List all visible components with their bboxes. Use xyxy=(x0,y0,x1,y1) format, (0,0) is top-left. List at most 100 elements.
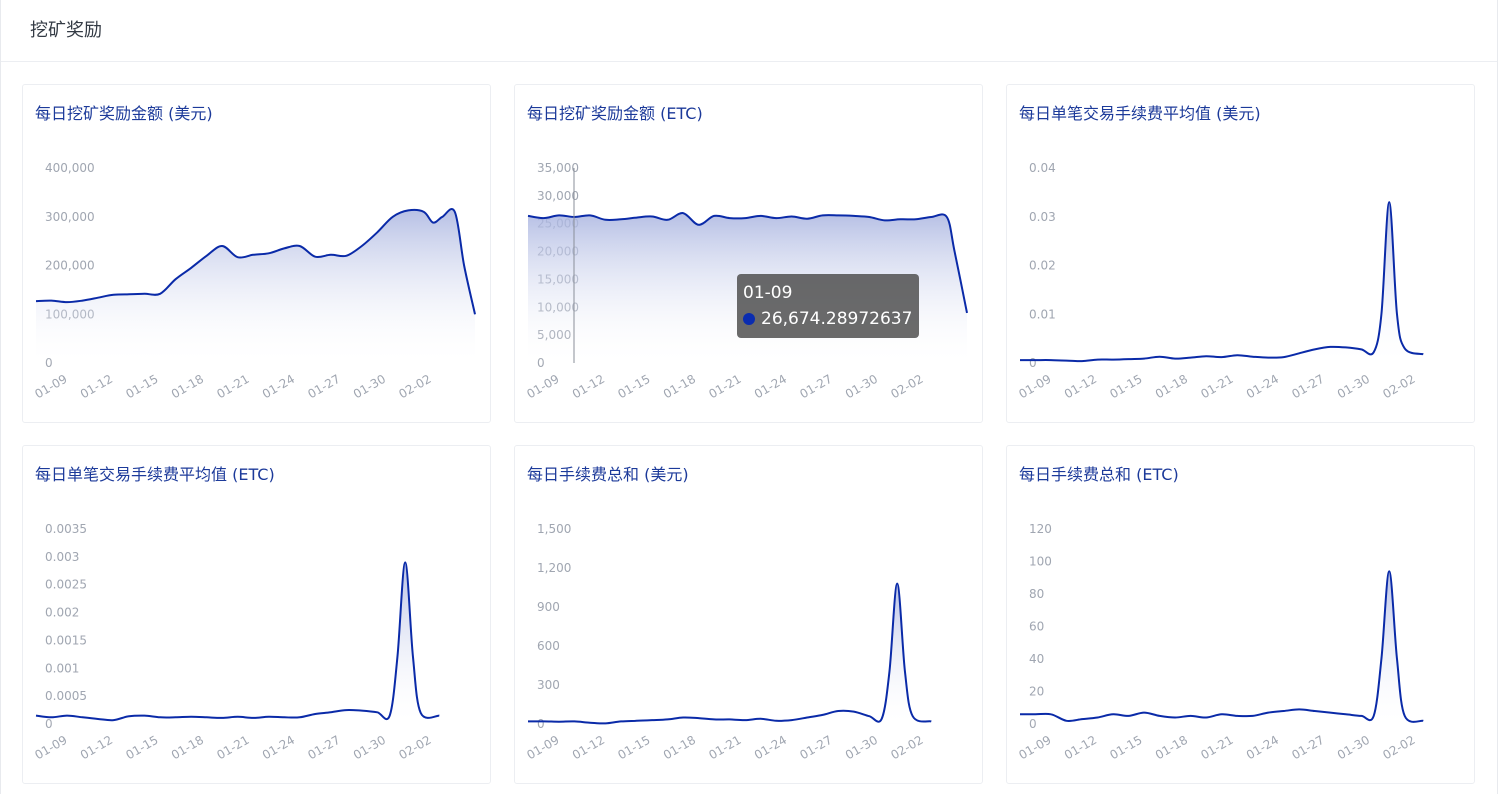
x-tick-label: 01-21 xyxy=(214,733,251,763)
x-tick-label: 01-15 xyxy=(1107,372,1144,402)
series-line xyxy=(1020,201,1424,363)
x-tick-label: 01-12 xyxy=(570,733,607,763)
x-tick-label: 01-09 xyxy=(32,733,69,763)
chart-svg[interactable]: 03006009001,2001,50001-0901-1201-1501-18… xyxy=(515,446,984,785)
y-tick-label: 30,000 xyxy=(537,189,579,203)
x-tick-label: 01-24 xyxy=(1244,733,1281,763)
y-tick-label: 1,200 xyxy=(537,561,571,575)
y-tick-label: 100 xyxy=(1029,555,1052,569)
x-tick-label: 02-02 xyxy=(1380,733,1417,763)
series-area xyxy=(528,583,932,724)
y-tick-label: 0.003 xyxy=(45,550,79,564)
x-tick-label: 01-15 xyxy=(615,372,652,402)
y-tick-label: 0.01 xyxy=(1029,307,1056,321)
x-tick-label: 01-30 xyxy=(843,733,880,763)
series-area xyxy=(36,208,475,363)
y-tick-label: 0.0015 xyxy=(45,633,87,647)
x-tick-label: 01-15 xyxy=(123,733,160,763)
x-tick-label: 01-09 xyxy=(524,372,561,402)
x-tick-label: 01-30 xyxy=(1335,733,1372,763)
series-line xyxy=(528,582,932,725)
chart-tooltip: 01-09 26,674.28972637 xyxy=(737,274,920,338)
x-tick-label: 01-12 xyxy=(78,733,115,763)
x-tick-label: 02-02 xyxy=(396,733,433,763)
x-tick-label: 01-18 xyxy=(1153,372,1190,402)
chart-card-total-fee-usd: 每日手续费总和 (美元) 03006009001,2001,50001-0901… xyxy=(514,445,983,784)
y-tick-label: 0.0035 xyxy=(45,522,87,536)
x-tick-label: 01-24 xyxy=(1244,372,1281,402)
page-title: 挖矿奖励 xyxy=(30,20,102,41)
x-tick-label: 01-18 xyxy=(169,372,206,402)
x-tick-label: 01-21 xyxy=(706,372,743,402)
x-tick-label: 01-12 xyxy=(78,372,115,402)
series-area xyxy=(1020,571,1424,724)
x-tick-label: 01-24 xyxy=(752,372,789,402)
chart-svg[interactable]: 05,00010,00015,00020,00025,00030,00035,0… xyxy=(515,85,984,424)
x-tick-label: 01-24 xyxy=(260,733,297,763)
x-tick-label: 01-24 xyxy=(752,733,789,763)
y-tick-label: 0.04 xyxy=(1029,161,1056,175)
x-tick-label: 01-18 xyxy=(1153,733,1190,763)
x-tick-label: 01-30 xyxy=(351,372,388,402)
x-tick-label: 01-27 xyxy=(305,372,342,402)
x-tick-label: 01-30 xyxy=(351,733,388,763)
y-tick-label: 1,500 xyxy=(537,522,571,536)
x-tick-label: 01-27 xyxy=(1289,372,1326,402)
y-tick-label: 40 xyxy=(1029,652,1044,666)
chart-svg[interactable]: 02040608010012001-0901-1201-1501-1801-21… xyxy=(1007,446,1476,785)
y-tick-label: 0.0025 xyxy=(45,578,87,592)
x-tick-label: 01-15 xyxy=(1107,733,1144,763)
y-tick-label: 300,000 xyxy=(45,210,95,224)
x-tick-label: 01-21 xyxy=(1198,733,1235,763)
series-line xyxy=(1019,570,1424,723)
chart-svg[interactable]: 0100,000200,000300,000400,00001-0901-120… xyxy=(23,85,492,424)
x-tick-label: 01-12 xyxy=(570,372,607,402)
series-dot-icon xyxy=(743,313,755,325)
x-tick-label: 01-12 xyxy=(1062,372,1099,402)
x-tick-label: 01-09 xyxy=(32,372,69,402)
x-tick-label: 01-09 xyxy=(1016,733,1053,763)
x-tick-label: 01-18 xyxy=(661,733,698,763)
chart-svg[interactable]: 00.00050.0010.00150.0020.00250.0030.0035… xyxy=(23,446,492,785)
x-tick-label: 01-24 xyxy=(260,372,297,402)
page: 挖矿奖励 每日挖矿奖励金额 (美元) 0100,000200,000300,00… xyxy=(0,0,1498,794)
y-tick-label: 300 xyxy=(537,678,560,692)
y-tick-label: 400,000 xyxy=(45,161,95,175)
series-area xyxy=(36,562,440,724)
x-tick-label: 01-21 xyxy=(706,733,743,763)
x-tick-label: 01-27 xyxy=(797,733,834,763)
x-tick-label: 01-30 xyxy=(1335,372,1372,402)
chart-card-total-fee-etc: 每日手续费总和 (ETC) 02040608010012001-0901-120… xyxy=(1006,445,1475,784)
chart-card-avg-fee-usd: 每日单笔交易手续费平均值 (美元) 00.010.020.030.0401-09… xyxy=(1006,84,1475,423)
y-tick-label: 0.001 xyxy=(45,661,79,675)
chart-svg[interactable]: 00.010.020.030.0401-0901-1201-1501-1801-… xyxy=(1007,85,1476,424)
chart-card-usd-reward: 每日挖矿奖励金额 (美元) 0100,000200,000300,000400,… xyxy=(22,84,491,423)
x-tick-label: 01-30 xyxy=(843,372,880,402)
x-tick-label: 01-15 xyxy=(123,372,160,402)
y-tick-label: 60 xyxy=(1029,620,1044,634)
y-tick-label: 600 xyxy=(537,639,560,653)
series-line xyxy=(35,561,440,722)
y-tick-label: 0.0005 xyxy=(45,689,87,703)
y-tick-label: 35,000 xyxy=(537,161,579,175)
y-tick-label: 200,000 xyxy=(45,259,95,273)
y-tick-label: 0.02 xyxy=(1029,259,1056,273)
x-tick-label: 01-27 xyxy=(1289,733,1326,763)
y-tick-label: 0.002 xyxy=(45,606,79,620)
x-tick-label: 01-27 xyxy=(797,372,834,402)
y-tick-label: 900 xyxy=(537,600,560,614)
x-tick-label: 01-09 xyxy=(524,733,561,763)
x-tick-label: 01-21 xyxy=(214,372,251,402)
tooltip-row: 26,674.28972637 xyxy=(743,306,912,332)
y-tick-label: 120 xyxy=(1029,522,1052,536)
chart-card-etc-reward: 每日挖矿奖励金额 (ETC) 05,00010,00015,00020,0002… xyxy=(514,84,983,423)
x-tick-label: 02-02 xyxy=(888,372,925,402)
tooltip-label: 01-09 xyxy=(743,283,793,303)
tooltip-value: 26,674.28972637 xyxy=(761,309,913,329)
x-tick-label: 02-02 xyxy=(888,733,925,763)
series-area xyxy=(1020,202,1424,363)
x-tick-label: 02-02 xyxy=(1380,372,1417,402)
page-header: 挖矿奖励 xyxy=(1,0,1497,62)
chart-card-avg-fee-etc: 每日单笔交易手续费平均值 (ETC) 00.00050.0010.00150.0… xyxy=(22,445,491,784)
x-tick-label: 01-18 xyxy=(169,733,206,763)
